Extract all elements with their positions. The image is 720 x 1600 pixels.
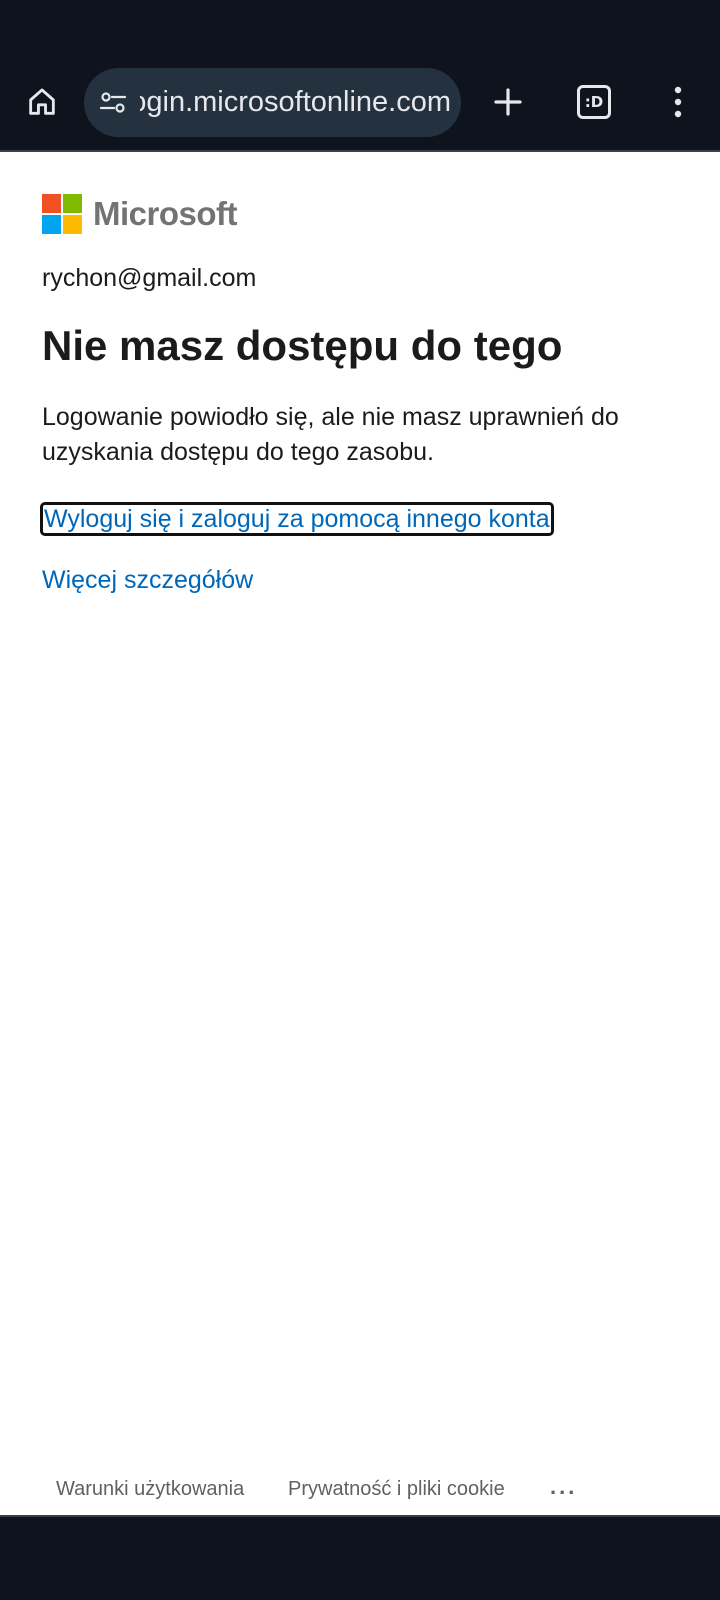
- microsoft-logo-icon: [42, 194, 82, 234]
- plus-icon: [494, 88, 522, 116]
- account-email: rychon@gmail.com: [42, 264, 257, 292]
- microsoft-logo: Microsoft: [42, 194, 238, 234]
- footer-more-button[interactable]: ...: [550, 1474, 577, 1500]
- home-button[interactable]: [18, 78, 66, 126]
- sign-out-link[interactable]: Wyloguj się i zaloguj za pomocą innego k…: [40, 502, 554, 536]
- brand-name: Microsoft: [93, 195, 238, 232]
- site-info-icon[interactable]: [98, 88, 128, 118]
- terms-link[interactable]: Warunki użytkowania: [56, 1478, 244, 1501]
- address-bar[interactable]: login.microsoftonline.com: [84, 68, 461, 137]
- url-value: login.microsoftonline.com: [140, 86, 451, 118]
- tabs-icon: :D: [577, 85, 611, 119]
- browser-menu-button[interactable]: [654, 78, 702, 126]
- home-icon: [29, 88, 55, 115]
- footer: Warunki użytkowania Prywatność i pliki c…: [0, 1470, 720, 1514]
- browser-toolbar: login.microsoftonline.com :D: [0, 58, 720, 152]
- status-bar: [0, 0, 720, 58]
- page-title: Nie masz dostępu do tego: [42, 322, 563, 369]
- system-nav-bar: [0, 1515, 720, 1600]
- more-details-link[interactable]: Więcej szczegółów: [42, 566, 253, 595]
- error-description: Logowanie powiodło się, ale nie masz upr…: [42, 403, 619, 466]
- privacy-link[interactable]: Prywatność i pliki cookie: [288, 1478, 505, 1501]
- new-tab-button[interactable]: [484, 78, 532, 126]
- tab-switcher-button[interactable]: :D: [570, 78, 618, 126]
- url-text[interactable]: login.microsoftonline.com: [140, 68, 451, 137]
- more-vert-icon: [674, 86, 682, 118]
